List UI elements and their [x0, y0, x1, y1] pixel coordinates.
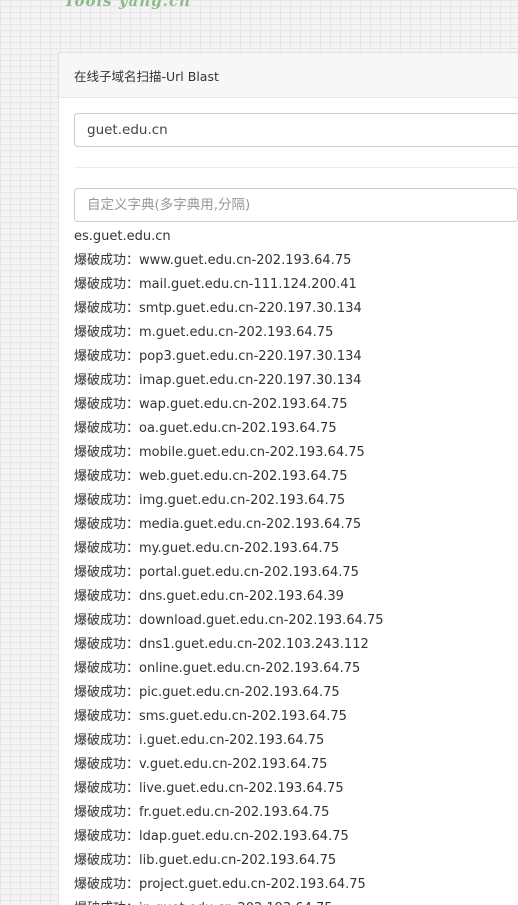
site-logo[interactable]: Tools yang.cn: [64, 0, 191, 10]
divider: [74, 167, 518, 168]
log-success-prefix: 爆破成功：: [74, 877, 140, 892]
log-result-value: media.guet.edu.cn-202.193.64.75: [139, 517, 362, 532]
log-success-prefix: 爆破成功：: [74, 301, 140, 316]
log-result-line: 爆破成功： img.guet.edu.cn-202.193.64.75: [74, 489, 518, 513]
log-result-line: 爆破成功： project.guet.edu.cn-202.193.64.75: [74, 873, 518, 897]
log-result-value: online.guet.edu.cn-202.193.64.75: [139, 661, 361, 676]
log-result-line: 爆破成功： i.guet.edu.cn-202.193.64.75: [74, 729, 518, 753]
log-result-line: 爆破成功： pic.guet.edu.cn-202.193.64.75: [74, 681, 518, 705]
log-result-line: 爆破成功：in.guet.edu.cn-202.193.64.75: [74, 897, 518, 905]
log-result-line: 爆破成功： portal.guet.edu.cn-202.193.64.75: [74, 561, 518, 585]
log-success-prefix: 爆破成功：: [74, 661, 140, 676]
panel-title: 在线子域名扫描-Url Blast: [59, 53, 518, 98]
log-result-value: my.guet.edu.cn-202.193.64.75: [139, 541, 340, 556]
log-success-prefix: 爆破成功：: [74, 349, 140, 364]
log-success-prefix: 爆破成功：: [74, 829, 140, 844]
log-result-value: m.guet.edu.cn-202.193.64.75: [139, 325, 334, 340]
log-success-prefix: 爆破成功：: [74, 565, 140, 580]
log-success-prefix: 爆破成功：: [74, 805, 140, 820]
log-result-line: 爆破成功： dns.guet.edu.cn-202.193.64.39: [74, 585, 518, 609]
log-result-value: mobile.guet.edu.cn-202.193.64.75: [139, 445, 365, 460]
log-result-value: pic.guet.edu.cn-202.193.64.75: [139, 685, 340, 700]
log-result-value: dns1.guet.edu.cn-202.103.243.112: [139, 637, 369, 652]
log-result-value: download.guet.edu.cn-202.193.64.75: [139, 613, 384, 628]
log-result-line: 爆破成功： smtp.guet.edu.cn-220.197.30.134: [74, 297, 518, 321]
log-result-line: 爆破成功： oa.guet.edu.cn-202.193.64.75: [74, 417, 518, 441]
log-success-prefix: 爆破成功：: [74, 421, 140, 436]
log-success-prefix: 爆破成功：: [74, 709, 140, 724]
domain-input[interactable]: [74, 113, 518, 147]
log-partial-line: es.guet.edu.cn: [74, 225, 518, 249]
log-success-prefix: 爆破成功：: [74, 397, 140, 412]
log-result-line: 爆破成功： v.guet.edu.cn-202.193.64.75: [74, 753, 518, 777]
log-result-value: www.guet.edu.cn-202.193.64.75: [139, 253, 352, 268]
log-success-prefix: 爆破成功：: [74, 757, 140, 772]
log-result-line: 爆破成功： online.guet.edu.cn-202.193.64.75: [74, 657, 518, 681]
log-success-prefix: 爆破成功：: [74, 897, 139, 905]
log-success-prefix: 爆破成功：: [74, 589, 140, 604]
log-result-line: 爆破成功： mail.guet.edu.cn-111.124.200.41: [74, 273, 518, 297]
log-result-line: 爆破成功： download.guet.edu.cn-202.193.64.75: [74, 609, 518, 633]
log-success-prefix: 爆破成功：: [74, 613, 140, 628]
log-result-value: imap.guet.edu.cn-220.197.30.134: [139, 373, 362, 388]
log-result-line: 爆破成功： sms.guet.edu.cn-202.193.64.75: [74, 705, 518, 729]
log-result-value: sms.guet.edu.cn-202.193.64.75: [139, 709, 347, 724]
log-success-prefix: 爆破成功：: [74, 853, 140, 868]
log-result-value: in.guet.edu.cn-202.193.64.75: [139, 897, 333, 905]
custom-dictionary-input[interactable]: [74, 188, 518, 222]
log-result-value: ldap.guet.edu.cn-202.193.64.75: [139, 829, 349, 844]
log-success-prefix: 爆破成功：: [74, 277, 140, 292]
url-blast-panel: 在线子域名扫描-Url Blast es.guet.edu.cn 爆破成功：ww…: [58, 52, 518, 905]
log-result-value: live.guet.edu.cn-202.193.64.75: [139, 781, 344, 796]
log-result-value: mail.guet.edu.cn-111.124.200.41: [139, 277, 357, 292]
log-success-prefix: 爆破成功：: [74, 253, 140, 268]
log-result-line: 爆破成功： mobile.guet.edu.cn-202.193.64.75: [74, 441, 518, 465]
log-result-line: 爆破成功： imap.guet.edu.cn-220.197.30.134: [74, 369, 518, 393]
log-result-line: 爆破成功： lib.guet.edu.cn-202.193.64.75: [74, 849, 518, 873]
log-success-prefix: 爆破成功：: [74, 685, 140, 700]
log-result-value: i.guet.edu.cn-202.193.64.75: [139, 733, 325, 748]
log-success-prefix: 爆破成功：: [74, 469, 140, 484]
log-success-prefix: 爆破成功：: [74, 517, 140, 532]
log-result-line: 爆破成功： live.guet.edu.cn-202.193.64.75: [74, 777, 518, 801]
log-result-line: 爆破成功： ldap.guet.edu.cn-202.193.64.75: [74, 825, 518, 849]
scan-result-log: es.guet.edu.cn 爆破成功： www.guet.edu.cn-202.…: [74, 225, 518, 905]
log-success-prefix: 爆破成功：: [74, 493, 140, 508]
log-partial-text: es.guet.edu.cn: [74, 229, 171, 244]
log-result-value: pop3.guet.edu.cn-220.197.30.134: [139, 349, 362, 364]
log-result-line: 爆破成功： wap.guet.edu.cn-202.193.64.75: [74, 393, 518, 417]
log-success-prefix: 爆破成功：: [74, 733, 140, 748]
log-success-prefix: 爆破成功：: [74, 445, 140, 460]
log-result-line: 爆破成功： pop3.guet.edu.cn-220.197.30.134: [74, 345, 518, 369]
log-result-line: 爆破成功： dns1.guet.edu.cn-202.103.243.112: [74, 633, 518, 657]
log-result-line: 爆破成功： web.guet.edu.cn-202.193.64.75: [74, 465, 518, 489]
log-result-line: 爆破成功： www.guet.edu.cn-202.193.64.75: [74, 249, 518, 273]
log-result-value: dns.guet.edu.cn-202.193.64.39: [139, 589, 344, 604]
log-result-value: fr.guet.edu.cn-202.193.64.75: [139, 805, 330, 820]
log-result-value: smtp.guet.edu.cn-220.197.30.134: [139, 301, 362, 316]
log-result-value: wap.guet.edu.cn-202.193.64.75: [139, 397, 348, 412]
log-result-line: 爆破成功： fr.guet.edu.cn-202.193.64.75: [74, 801, 518, 825]
log-result-line: 爆破成功： m.guet.edu.cn-202.193.64.75: [74, 321, 518, 345]
log-result-value: img.guet.edu.cn-202.193.64.75: [139, 493, 346, 508]
log-result-value: web.guet.edu.cn-202.193.64.75: [139, 469, 348, 484]
log-result-line: 爆破成功： my.guet.edu.cn-202.193.64.75: [74, 537, 518, 561]
log-result-value: project.guet.edu.cn-202.193.64.75: [139, 877, 366, 892]
log-success-prefix: 爆破成功：: [74, 373, 140, 388]
log-result-value: oa.guet.edu.cn-202.193.64.75: [139, 421, 337, 436]
panel-body: es.guet.edu.cn 爆破成功：www.guet.edu.cn-202.…: [59, 98, 518, 905]
log-result-value: portal.guet.edu.cn-202.193.64.75: [139, 565, 359, 580]
log-success-prefix: 爆破成功：: [74, 637, 140, 652]
log-success-prefix: 爆破成功：: [74, 781, 140, 796]
log-result-value: v.guet.edu.cn-202.193.64.75: [139, 757, 328, 772]
log-success-prefix: 爆破成功：: [74, 541, 140, 556]
log-result-value: lib.guet.edu.cn-202.193.64.75: [139, 853, 337, 868]
log-success-prefix: 爆破成功：: [74, 325, 140, 340]
log-result-line: 爆破成功： media.guet.edu.cn-202.193.64.75: [74, 513, 518, 537]
